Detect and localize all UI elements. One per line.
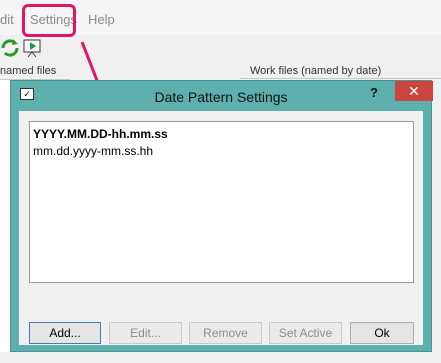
close-button[interactable]: ✕ xyxy=(395,81,433,101)
add-button[interactable]: Add... xyxy=(29,322,101,344)
help-button[interactable]: ? xyxy=(367,85,381,103)
date-pattern-dialog: ✓ Date Pattern Settings ? ✕ YYYY.MM.DD-h… xyxy=(10,80,433,352)
pattern-list[interactable]: YYYY.MM.DD-hh.mm.ss mm.dd.yyyy-mm.ss.hh xyxy=(29,121,414,283)
ok-button[interactable]: Ok xyxy=(350,322,414,344)
edit-button[interactable]: Edit... xyxy=(109,322,182,344)
dialog-body: YYYY.MM.DD-hh.mm.ss mm.dd.yyyy-mm.ss.hh … xyxy=(19,111,423,345)
remove-button[interactable]: Remove xyxy=(189,322,262,344)
dialog-titlebar[interactable]: ✓ Date Pattern Settings ? ✕ xyxy=(11,81,433,111)
list-item[interactable]: mm.dd.yyyy-mm.ss.hh xyxy=(33,144,153,158)
set-active-button[interactable]: Set Active xyxy=(269,322,342,344)
list-item[interactable]: YYYY.MM.DD-hh.mm.ss xyxy=(33,127,168,141)
